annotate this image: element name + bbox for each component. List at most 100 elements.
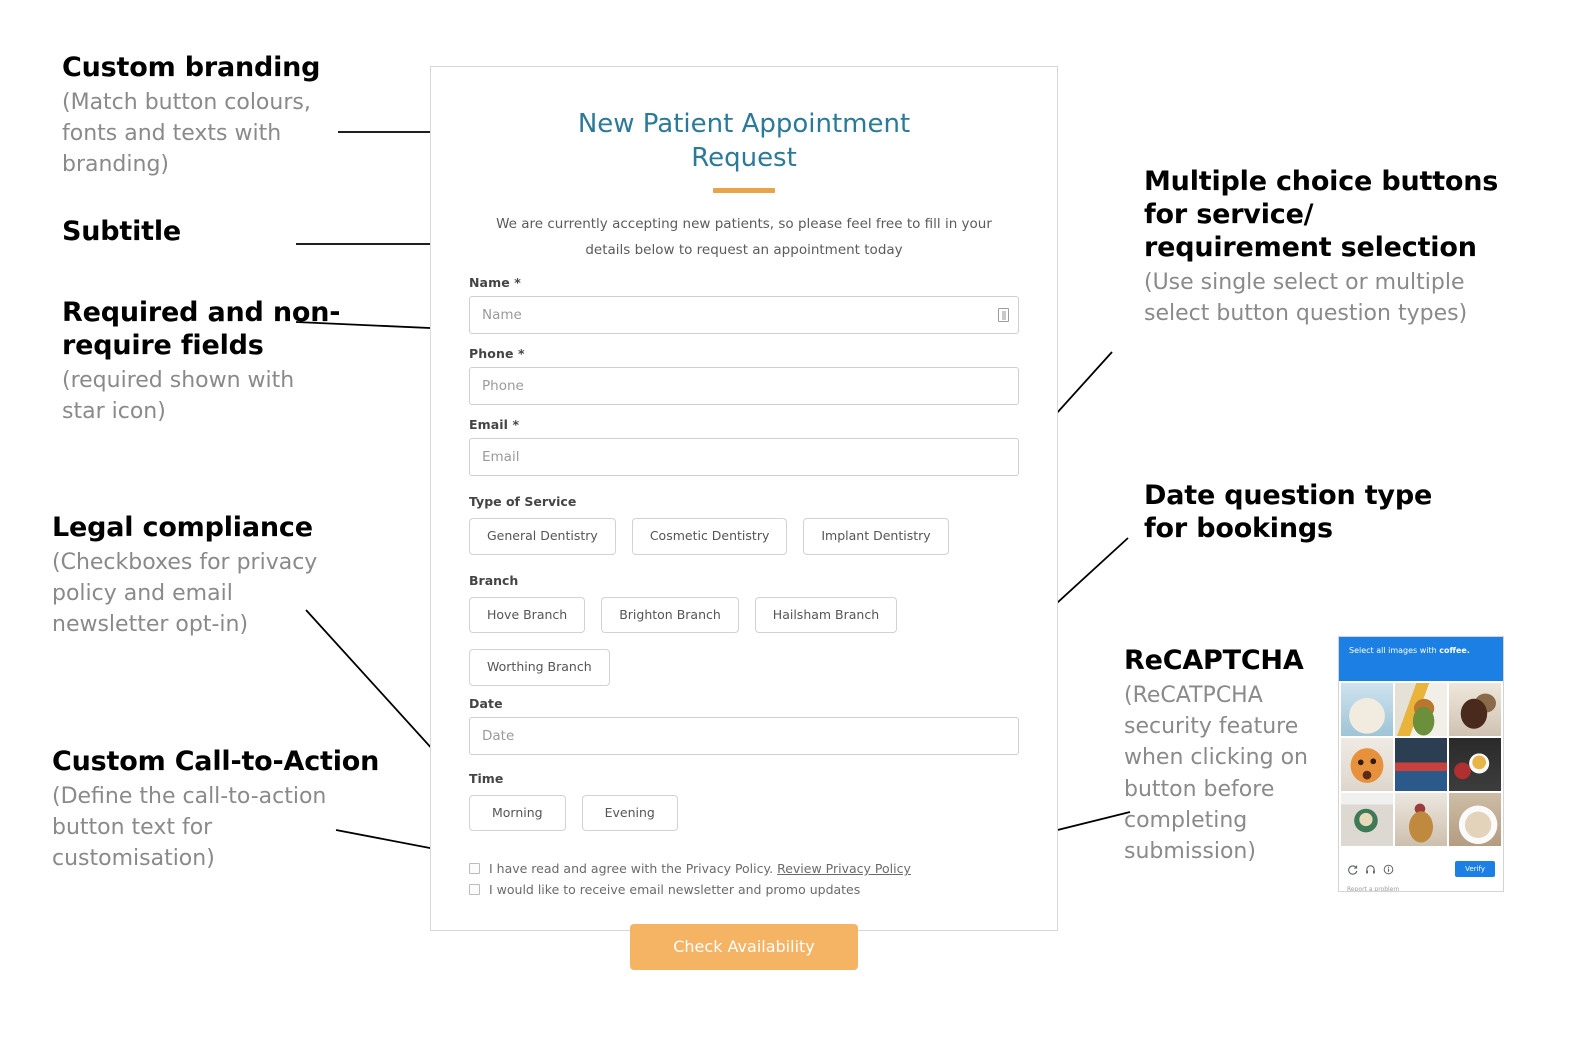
- field-label-name: Name *: [469, 275, 1019, 290]
- recaptcha-tile[interactable]: [1341, 738, 1393, 791]
- group-time: Time Morning Evening: [469, 771, 1019, 832]
- newsletter-checkbox[interactable]: [469, 883, 480, 895]
- cta-container: Check Availability: [469, 923, 1019, 970]
- recaptcha-prompt: Select all images with coffee.: [1339, 637, 1503, 681]
- annotation-title: ReCAPTCHA: [1124, 645, 1304, 676]
- phone-input-placeholder: Phone: [482, 378, 524, 395]
- annotation-subtext: (Define the call-to-action button text f…: [52, 783, 327, 872]
- service-option-button[interactable]: Cosmetic Dentistry: [631, 518, 788, 555]
- recaptcha-prompt-prefix: Select all images with: [1349, 646, 1440, 655]
- group-type-of-service: Type of Service General Dentistry Cosmet…: [469, 494, 1019, 555]
- annotation-custom-branding: Custom branding (Match button colours, f…: [62, 52, 362, 181]
- report-problem-link[interactable]: Report a problem: [1339, 884, 1503, 891]
- annotation-title: Custom branding: [62, 52, 321, 83]
- label-text: Name: [469, 275, 510, 291]
- annotation-subtext: (ReCATPCHA security feature when clickin…: [1124, 682, 1308, 865]
- branch-option-button[interactable]: Brighton Branch: [601, 596, 739, 634]
- annotation-subtext: (Match button colours, fonts and texts w…: [62, 89, 311, 178]
- recaptcha-prompt-target: coffee.: [1439, 646, 1470, 655]
- contact-card-icon[interactable]: [998, 308, 1009, 323]
- field-label-email: Email *: [469, 417, 1019, 432]
- field-label-phone: Phone *: [469, 346, 1019, 361]
- check-availability-button[interactable]: Check Availability: [630, 923, 858, 970]
- annotation-subtitle: Subtitle: [62, 216, 362, 249]
- branch-option-button[interactable]: Worthing Branch: [469, 649, 610, 686]
- name-input-placeholder: Name: [482, 307, 522, 324]
- annotation-title: Required and non- require fields: [62, 297, 341, 361]
- help-info-icon[interactable]: [1383, 864, 1394, 875]
- recaptcha-tile[interactable]: [1341, 683, 1393, 736]
- required-star-icon: *: [514, 275, 521, 291]
- field-date: Date Date: [469, 696, 1019, 755]
- recaptcha-tile[interactable]: [1449, 683, 1501, 736]
- annotation-title: Custom Call-to-Action: [52, 746, 380, 777]
- recaptcha-tile[interactable]: [1395, 738, 1447, 791]
- annotation-legal-compliance: Legal compliance (Checkboxes for privacy…: [52, 512, 382, 641]
- checkbox-row-newsletter[interactable]: I would like to receive email newsletter…: [469, 882, 1019, 898]
- label-text: Phone: [469, 346, 514, 362]
- branch-options: Hove Branch Brighton Branch Hailsham Bra…: [469, 596, 1019, 686]
- recaptcha-tile[interactable]: [1449, 793, 1501, 846]
- review-privacy-policy-link[interactable]: Review Privacy Policy: [777, 861, 911, 876]
- recaptcha-tile[interactable]: [1449, 738, 1501, 791]
- field-phone: Phone * Phone: [469, 346, 1019, 406]
- recaptcha-image-grid: [1339, 681, 1503, 848]
- group-label-service: Type of Service: [469, 494, 577, 510]
- privacy-policy-text: I have read and agree with the Privacy P…: [489, 861, 774, 877]
- service-options: General Dentistry Cosmetic Dentistry Imp…: [469, 518, 1019, 555]
- annotation-required-fields: Required and non- require fields (requir…: [62, 297, 392, 427]
- field-email: Email * Email: [469, 417, 1019, 477]
- recaptcha-tile[interactable]: [1395, 683, 1447, 736]
- group-label-branch: Branch: [469, 572, 519, 588]
- branch-option-button[interactable]: Hailsham Branch: [754, 596, 898, 634]
- time-option-button[interactable]: Morning: [469, 794, 566, 832]
- annotated-form-diagram: Custom branding (Match button colours, f…: [0, 0, 1596, 1052]
- email-input[interactable]: Email: [469, 438, 1019, 477]
- annotation-multiple-choice: Multiple choice buttons for service/ req…: [1144, 166, 1544, 329]
- annotation-title: Legal compliance: [52, 512, 313, 543]
- date-input-placeholder: Date: [482, 727, 515, 744]
- annotation-subtext: (required shown with star icon): [62, 367, 295, 425]
- recaptcha-icon-group: [1347, 864, 1394, 875]
- annotation-custom-cta: Custom Call-to-Action (Define the call-t…: [52, 746, 412, 875]
- audio-headphones-icon[interactable]: [1365, 864, 1376, 875]
- appointment-form-card: New Patient Appointment Request We are c…: [430, 66, 1058, 970]
- email-input-placeholder: Email: [482, 449, 520, 466]
- phone-input[interactable]: Phone: [469, 367, 1019, 406]
- annotation-subtext: (Use single select or multiple select bu…: [1144, 269, 1468, 327]
- field-label-date: Date: [469, 695, 503, 711]
- recaptcha-widget: Select all images with coffee. Verify Re…: [1338, 636, 1504, 892]
- checkbox-row-privacy[interactable]: I have read and agree with the Privacy P…: [469, 861, 1019, 877]
- service-option-button[interactable]: Implant Dentistry: [803, 518, 949, 555]
- consent-checkboxes: I have read and agree with the Privacy P…: [469, 861, 1019, 897]
- verify-button[interactable]: Verify: [1455, 861, 1495, 877]
- field-name: Name * Name: [469, 275, 1019, 335]
- form-subtitle: We are currently accepting new patients,…: [496, 215, 992, 258]
- annotation-title: Date question type for bookings: [1144, 480, 1433, 544]
- annotation-title: Subtitle: [62, 216, 182, 247]
- privacy-policy-label: I have read and agree with the Privacy P…: [489, 861, 911, 877]
- group-branch: Branch Hove Branch Brighton Branch Hails…: [469, 573, 1019, 686]
- annotation-date-question: Date question type for bookings: [1144, 480, 1544, 546]
- time-option-button[interactable]: Evening: [581, 794, 678, 832]
- recaptcha-tile[interactable]: [1395, 793, 1447, 846]
- title-underline-rule: [713, 187, 775, 193]
- branch-option-button[interactable]: Hove Branch: [469, 596, 586, 634]
- required-star-icon: *: [517, 346, 525, 362]
- recaptcha-controls: Verify: [1339, 848, 1503, 884]
- name-input[interactable]: Name: [469, 296, 1019, 335]
- annotation-recaptcha: ReCAPTCHA (ReCATPCHA security feature wh…: [1124, 645, 1339, 867]
- privacy-policy-checkbox[interactable]: [469, 863, 480, 875]
- recaptcha-tile[interactable]: [1341, 793, 1393, 846]
- group-label-time: Time: [469, 770, 504, 786]
- newsletter-label: I would like to receive email newsletter…: [489, 881, 861, 897]
- annotation-subtext: (Checkboxes for privacy policy and email…: [52, 549, 318, 638]
- annotation-title: Multiple choice buttons for service/ req…: [1144, 166, 1499, 263]
- time-options: Morning Evening: [469, 794, 1019, 832]
- date-input[interactable]: Date: [469, 716, 1019, 755]
- required-star-icon: *: [512, 417, 520, 433]
- refresh-icon[interactable]: [1347, 864, 1358, 875]
- service-option-button[interactable]: General Dentistry: [469, 518, 616, 555]
- label-text: Email: [469, 417, 509, 433]
- form-title: New Patient Appointment Request: [577, 109, 911, 174]
